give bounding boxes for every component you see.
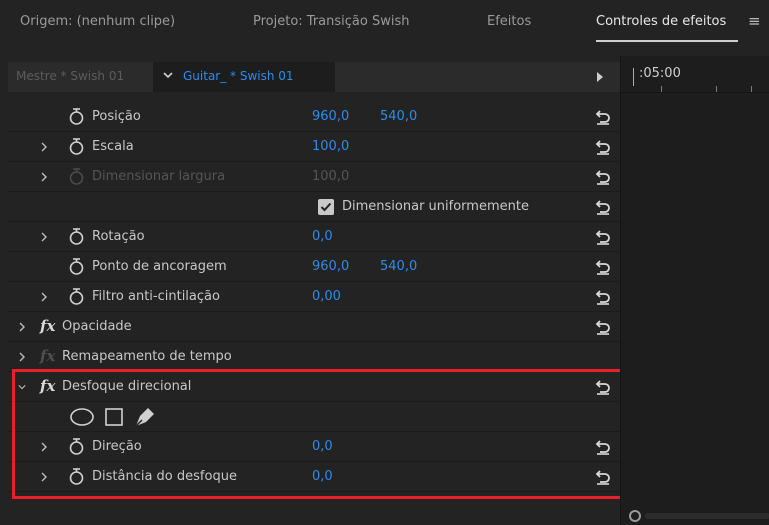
stopwatch-icon[interactable]	[68, 227, 85, 246]
panel-tab-bar: Origem: (nenhum clipe) Projeto: Transiçã…	[0, 0, 769, 50]
chevron-right-icon[interactable]	[40, 442, 48, 452]
property-label: Filtro anti-cintilação	[92, 289, 220, 304]
tab-efeitos[interactable]: Efeitos	[487, 14, 531, 29]
property-row-distancia: Distância do desfoque 0,0	[8, 462, 620, 492]
chevron-down-icon[interactable]	[18, 382, 26, 392]
reset-icon[interactable]	[594, 377, 612, 395]
property-row-filtro: Filtro anti-cintilação 0,00	[8, 282, 620, 312]
property-row-dimensionar-largura: Dimensionar largura 100,0	[8, 162, 620, 192]
stopwatch-icon[interactable]	[68, 437, 85, 456]
zoom-scroll-handle[interactable]	[629, 510, 641, 522]
stopwatch-icon	[69, 168, 84, 185]
master-clip-label[interactable]: Mestre * Swish 01	[16, 69, 124, 83]
stopwatch-icon[interactable]	[68, 257, 85, 276]
chevron-right-icon[interactable]	[18, 322, 26, 332]
timeline-timecode: :05:00	[639, 66, 681, 81]
property-row-ancoragem: Ponto de ancoragem 960,0 540,0	[8, 252, 620, 282]
reset-icon[interactable]	[594, 317, 612, 335]
effect-label: Remapeamento de tempo	[62, 349, 232, 364]
blur-distance-value[interactable]: 0,0	[312, 469, 333, 484]
clip-header: Mestre * Swish 01 Guitar_ * Swish 01	[8, 62, 620, 92]
stopwatch-icon[interactable]	[68, 287, 85, 306]
pen-tool-icon[interactable]	[135, 408, 154, 427]
checkmark-icon	[320, 202, 332, 212]
scale-value[interactable]: 100,0	[312, 139, 349, 154]
effect-row-remapeamento: fx Remapeamento de tempo	[8, 342, 620, 372]
fx-icon[interactable]: fx	[40, 377, 55, 395]
effect-row-desfoque-direcional: fx Desfoque direcional	[8, 372, 620, 402]
reset-icon[interactable]	[594, 167, 612, 185]
property-row-uniform-scale: Dimensionar uniformemente	[8, 192, 620, 222]
property-label: Rotação	[92, 229, 145, 244]
position-x-value[interactable]: 960,0	[312, 109, 349, 124]
rotation-value[interactable]: 0,0	[312, 229, 333, 244]
property-label: Dimensionar largura	[92, 169, 226, 184]
property-row-escala: Escala 100,0	[8, 132, 620, 162]
anchor-x-value[interactable]: 960,0	[312, 259, 349, 274]
property-row-rotacao: Rotação 0,0	[8, 222, 620, 252]
tab-projeto[interactable]: Projeto: Transição Swish	[253, 14, 409, 29]
property-row-direcao: Direção 0,0	[8, 432, 620, 462]
active-tab-indicator	[596, 40, 738, 42]
selected-clip-dropdown[interactable]: Guitar_ * Swish 01	[153, 62, 335, 92]
hamburger-menu-icon[interactable]: ≡	[748, 12, 761, 30]
mask-tools	[70, 408, 154, 427]
zoom-scrollbar[interactable]	[645, 513, 769, 519]
anti-flicker-value[interactable]: 0,00	[312, 289, 341, 304]
effect-label: Desfoque direcional	[62, 379, 192, 394]
rectangle-mask-icon[interactable]	[105, 408, 123, 426]
chevron-right-icon[interactable]	[40, 172, 48, 182]
fx-icon[interactable]: fx	[40, 317, 55, 335]
mask-tools-row	[8, 402, 620, 432]
chevron-right-icon[interactable]	[18, 352, 26, 362]
effect-row-opacidade: fx Opacidade	[8, 312, 620, 342]
chevron-right-icon[interactable]	[40, 142, 48, 152]
effect-label: Opacidade	[62, 319, 132, 334]
chevron-right-icon[interactable]	[40, 472, 48, 482]
ellipse-mask-icon[interactable]	[70, 408, 94, 426]
effect-controls-panel: Mestre * Swish 01 Guitar_ * Swish 01 Pos…	[8, 56, 769, 525]
stopwatch-icon[interactable]	[68, 467, 85, 486]
tab-origem[interactable]: Origem: (nenhum clipe)	[20, 14, 175, 29]
timeline-ruler-divider	[621, 92, 769, 93]
selected-clip-label: Guitar_ * Swish 01	[183, 69, 294, 83]
stopwatch-icon[interactable]	[68, 107, 85, 126]
effect-properties-pane: Mestre * Swish 01 Guitar_ * Swish 01 Pos…	[8, 56, 625, 525]
chevron-down-icon	[163, 72, 173, 79]
reset-icon[interactable]	[594, 437, 612, 455]
reset-icon[interactable]	[594, 227, 612, 245]
reset-icon[interactable]	[594, 137, 612, 155]
reset-icon[interactable]	[594, 287, 612, 305]
reset-icon[interactable]	[594, 467, 612, 485]
stopwatch-icon[interactable]	[68, 137, 85, 156]
uniform-scale-label: Dimensionar uniformemente	[342, 199, 529, 214]
scale-width-value: 100,0	[312, 169, 350, 184]
position-y-value[interactable]: 540,0	[380, 109, 417, 124]
fx-icon: fx	[40, 347, 56, 365]
play-triangle-icon[interactable]	[597, 72, 603, 82]
tab-controles-de-efeitos[interactable]: Controles de efeitos	[596, 14, 726, 29]
reset-icon[interactable]	[594, 197, 612, 215]
property-label: Escala	[92, 139, 134, 154]
property-row-posicao: Posição 960,0 540,0	[8, 102, 620, 132]
chevron-right-icon[interactable]	[40, 292, 48, 302]
effect-timeline-pane: :05:00	[620, 56, 769, 525]
property-label: Distância do desfoque	[92, 469, 237, 484]
anchor-y-value[interactable]: 540,0	[380, 259, 417, 274]
direction-value[interactable]: 0,0	[312, 439, 333, 454]
chevron-right-icon[interactable]	[40, 232, 48, 242]
property-label: Ponto de ancoragem	[92, 259, 227, 274]
uniform-scale-checkbox[interactable]	[318, 199, 334, 215]
timeline-bracket[interactable]	[633, 68, 636, 86]
reset-icon[interactable]	[594, 257, 612, 275]
property-label: Direção	[92, 439, 142, 454]
reset-icon[interactable]	[594, 107, 612, 125]
property-label: Posição	[92, 109, 141, 124]
